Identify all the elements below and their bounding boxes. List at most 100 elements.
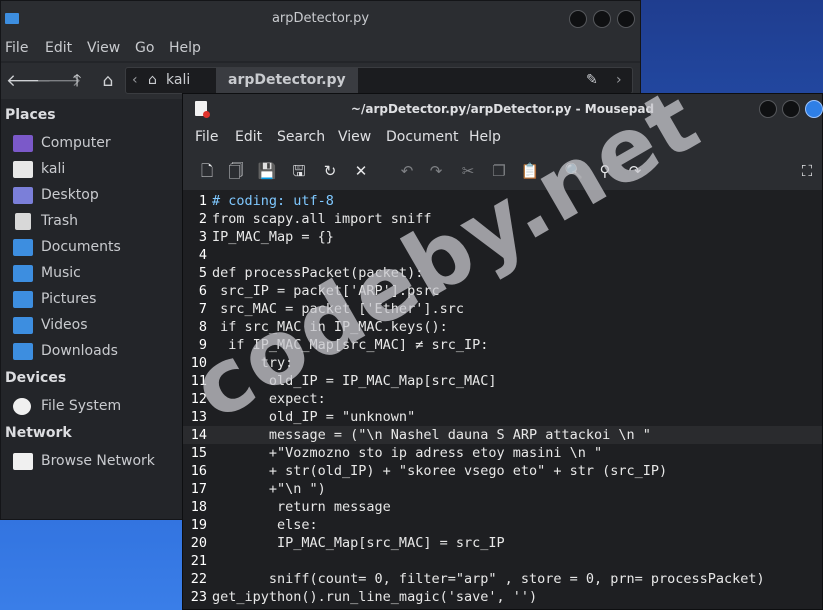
places-header: Places bbox=[5, 107, 56, 123]
sidebar-item-computer[interactable]: Computer bbox=[13, 133, 181, 155]
sidebar-label: kali bbox=[41, 161, 66, 177]
close-button[interactable] bbox=[805, 100, 823, 118]
redo-icon[interactable]: ↷ bbox=[426, 161, 446, 181]
code-line: 4 bbox=[183, 246, 822, 264]
code-line: 20 IP_MAC_Map[src_MAC] = src_IP bbox=[183, 534, 822, 552]
cut-icon[interactable]: ✂ bbox=[458, 161, 478, 181]
drive-icon bbox=[13, 398, 31, 415]
line-number: 2 bbox=[198, 211, 207, 227]
save-as-icon[interactable]: 🖫 bbox=[289, 161, 309, 181]
line-number: 4 bbox=[198, 247, 207, 263]
code-line: 3 IP_MAC_Map = {} bbox=[183, 228, 822, 246]
code-line: 9 if IP_MAC_Map[src_MAC] ≠ src_IP: bbox=[183, 336, 822, 354]
sidebar-item-browse-network[interactable]: Browse Network bbox=[13, 451, 181, 473]
line-number: 23 bbox=[190, 589, 207, 605]
line-number: 22 bbox=[190, 571, 207, 587]
menu-file[interactable]: File bbox=[5, 40, 28, 56]
line-text: if IP_MAC_Map[src_MAC] ≠ src_IP: bbox=[212, 337, 489, 353]
paste-icon[interactable]: 📋 bbox=[520, 161, 540, 181]
path-right-arrow-icon[interactable]: › bbox=[616, 68, 622, 93]
line-number: 17 bbox=[190, 481, 207, 497]
sidebar-item-downloads[interactable]: Downloads bbox=[13, 341, 181, 363]
code-line: 1 # coding: utf-8 bbox=[183, 192, 822, 210]
sidebar-item-pictures[interactable]: Pictures bbox=[13, 289, 181, 311]
sidebar-item-file-system[interactable]: File System bbox=[13, 396, 181, 418]
menu-view[interactable]: View bbox=[87, 40, 120, 56]
home-icon[interactable]: ⌂ bbox=[98, 71, 118, 91]
minimize-button[interactable] bbox=[759, 100, 777, 118]
line-text: IP_MAC_Map[src_MAC] = src_IP bbox=[212, 535, 505, 551]
sidebar-item-kali[interactable]: kali bbox=[13, 159, 181, 181]
line-number: 18 bbox=[190, 499, 207, 515]
sidebar-label: Browse Network bbox=[41, 453, 155, 469]
sidebar-item-music[interactable]: Music bbox=[13, 263, 181, 285]
documents-folder-icon bbox=[13, 239, 33, 256]
find-replace-icon[interactable]: ⚲ bbox=[595, 161, 615, 181]
edit-path-icon[interactable]: ✎ bbox=[586, 68, 598, 93]
maximize-button[interactable] bbox=[593, 10, 611, 28]
back-arrow-icon[interactable]: 🡐 bbox=[6, 71, 52, 91]
menu-search[interactable]: Search bbox=[277, 129, 325, 145]
goto-icon[interactable]: ↷ bbox=[625, 161, 645, 181]
code-line: 23 get_ipython().run_line_magic('save', '… bbox=[183, 588, 822, 606]
line-text: message = ("\n Nashel dauna S ARP attack… bbox=[212, 427, 651, 443]
breadcrumb-arpdetector[interactable]: arpDetector.py bbox=[216, 68, 358, 93]
minimize-button[interactable] bbox=[569, 10, 587, 28]
menu-edit[interactable]: Edit bbox=[45, 40, 72, 56]
line-number: 15 bbox=[190, 445, 207, 461]
sidebar-label: Downloads bbox=[41, 343, 118, 359]
downloads-folder-icon bbox=[13, 343, 33, 360]
code-editor[interactable]: 1 # coding: utf-8 2 from scapy.all import … bbox=[183, 190, 822, 609]
line-number: 3 bbox=[198, 229, 207, 245]
copy-icon[interactable]: ❐ bbox=[489, 161, 509, 181]
mousepad-title: ~/arpDetector.py/arpDetector.py - Mousep… bbox=[350, 102, 655, 116]
file-manager-titlebar[interactable]: arpDetector.py bbox=[1, 1, 640, 37]
line-number: 14 bbox=[190, 427, 207, 443]
maximize-button[interactable] bbox=[782, 100, 800, 118]
up-arrow-icon[interactable]: 🡑 bbox=[67, 71, 87, 91]
line-text: old_IP = IP_MAC_Map[src_MAC] bbox=[212, 373, 497, 389]
sidebar-item-documents[interactable]: Documents bbox=[13, 237, 181, 259]
forward-arrow-icon[interactable]: 🡒 bbox=[36, 71, 82, 91]
line-text: src_MAC = packet ['Ether'].src bbox=[212, 301, 464, 317]
close-icon[interactable]: ✕ bbox=[351, 161, 371, 181]
path-left-arrow-icon[interactable]: ‹ bbox=[132, 68, 138, 93]
new-icon[interactable]: 🗋 bbox=[197, 161, 217, 181]
close-button[interactable] bbox=[617, 10, 635, 28]
undo-icon[interactable]: ↶ bbox=[397, 161, 417, 181]
sidebar-item-trash[interactable]: Trash bbox=[13, 211, 181, 233]
sidebar-item-videos[interactable]: Videos bbox=[13, 315, 181, 337]
reload-icon[interactable]: ↻ bbox=[320, 161, 340, 181]
menu-document[interactable]: Document bbox=[386, 129, 459, 145]
mousepad-menubar: File Edit Search View Document Help bbox=[183, 124, 822, 152]
breadcrumb-kali[interactable]: ⌂ kali bbox=[148, 68, 190, 93]
save-icon[interactable]: 💾 bbox=[257, 161, 277, 181]
code-line: 11 old_IP = IP_MAC_Map[src_MAC] bbox=[183, 372, 822, 390]
line-number: 20 bbox=[190, 535, 207, 551]
menu-view[interactable]: View bbox=[338, 129, 371, 145]
sidebar-item-desktop[interactable]: Desktop bbox=[13, 185, 181, 207]
code-line: 6 src_IP = packet['ARP'].psrc bbox=[183, 282, 822, 300]
line-text: else: bbox=[212, 517, 318, 533]
find-icon[interactable]: 🔍 bbox=[564, 161, 584, 181]
menu-help[interactable]: Help bbox=[169, 40, 201, 56]
code-line: 15 +"Vozmozno sto ip adress etoy masini … bbox=[183, 444, 822, 462]
line-text: try: bbox=[212, 355, 294, 371]
mousepad-titlebar[interactable]: ~/arpDetector.py/arpDetector.py - Mousep… bbox=[183, 94, 823, 124]
file-manager-title: arpDetector.py bbox=[271, 11, 370, 26]
line-number: 8 bbox=[198, 319, 207, 335]
sidebar-label: Documents bbox=[41, 239, 121, 255]
fullscreen-icon[interactable]: ⛶ bbox=[797, 161, 817, 181]
trash-icon bbox=[15, 213, 31, 230]
menu-file[interactable]: File bbox=[195, 129, 218, 145]
menu-edit[interactable]: Edit bbox=[235, 129, 262, 145]
mousepad-toolbar: 🗋 🗍 💾 🖫 ↻ ✕ ↶ ↷ ✂ ❐ 📋 🔍 ⚲ ↷ ⛶ bbox=[183, 152, 822, 191]
file-manager-menubar: File Edit View Go Help bbox=[1, 37, 640, 61]
new-window-icon[interactable]: 🗍 bbox=[226, 161, 246, 181]
menu-help[interactable]: Help bbox=[469, 129, 501, 145]
line-number: 10 bbox=[190, 355, 207, 371]
code-line: 18 return message bbox=[183, 498, 822, 516]
code-line: 21 bbox=[183, 552, 822, 570]
menu-go[interactable]: Go bbox=[135, 40, 154, 56]
code-line: 16 + str(old_IP) + "skoree vsego eto" + … bbox=[183, 462, 822, 480]
